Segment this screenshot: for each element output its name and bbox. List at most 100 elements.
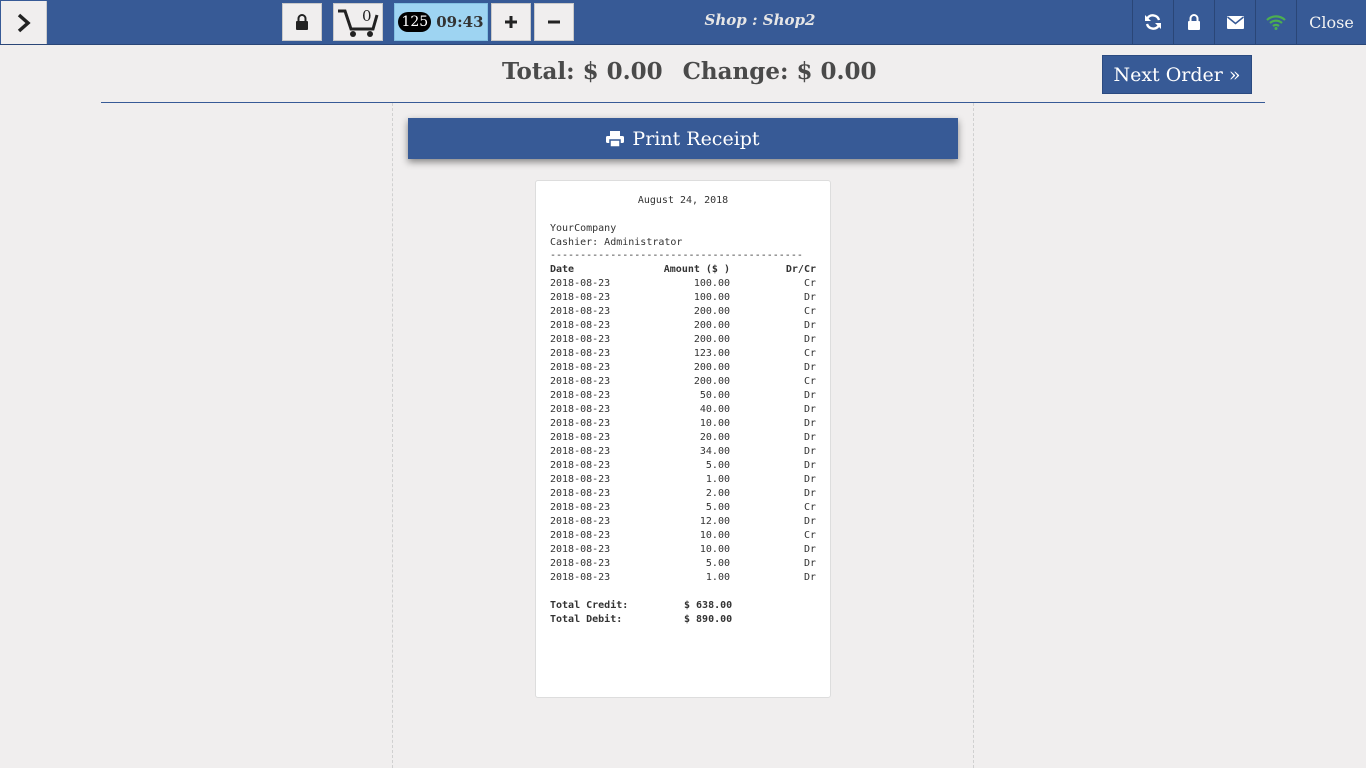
change-amount: Change: $ 0.00 [682,58,877,85]
row-date: 2018-08-23 [550,320,611,331]
total-credit-label: Total Credit: [550,600,629,611]
shop-title: Shop : Shop2 [704,11,816,29]
row-date: 2018-08-23 [550,404,611,415]
row-type: Dr [803,544,816,555]
receipt-row: 2018-08-23 123.00 Cr [550,347,816,361]
total-credit-row: Total Credit: $ 638.00 [550,599,816,613]
row-type: Dr [803,572,816,583]
receipt-separator: ----------------------------------------… [550,250,803,261]
row-date: 2018-08-23 [550,460,611,471]
receipt-row: 2018-08-23 40.00 Dr [550,403,816,417]
session-time: 09:43 [436,13,484,31]
session-time-button[interactable]: 125 09:43 [394,3,488,41]
receipt-totals: Total Credit: $ 638.00 Total Debit: $ 89… [550,599,816,627]
receipt-row: 2018-08-23 200.00 Cr [550,305,816,319]
menu-toggle-button[interactable] [1,1,47,44]
row-amount: 100.00 [693,292,730,303]
receipt-row: 2018-08-23 200.00 Dr [550,361,816,375]
receipt-row: 2018-08-23 2.00 Dr [550,487,816,501]
row-type: Dr [803,516,816,527]
receipt-row: 2018-08-23 5.00 Cr [550,501,816,515]
receipt: August 24, 2018 YourCompany Cashier: Adm… [535,180,831,698]
receipt-row: 2018-08-23 10.00 Dr [550,417,816,431]
row-type: Dr [803,474,816,485]
remove-button[interactable] [534,3,574,41]
total-amount: Total: $ 0.00 [502,58,663,85]
receipt-header: Date Amount ($ ) Dr/Cr [550,263,816,277]
minus-icon [548,20,560,24]
row-type: Dr [803,292,816,303]
row-amount: 200.00 [693,334,730,345]
row-amount: 12.00 [699,516,730,527]
header-amount: Amount ($ ) [663,264,730,275]
row-type: Dr [803,320,816,331]
row-date: 2018-08-23 [550,572,611,583]
receipt-row: 2018-08-23 12.00 Dr [550,515,816,529]
row-amount: 5.00 [705,460,730,471]
row-date: 2018-08-23 [550,488,611,499]
divider [101,102,1265,103]
lock-icon [296,13,308,30]
row-amount: 10.00 [699,544,730,555]
row-date: 2018-08-23 [550,306,611,317]
row-amount: 1.00 [705,474,730,485]
row-date: 2018-08-23 [550,446,611,457]
lock-screen-button[interactable] [1173,0,1214,44]
row-amount: 10.00 [699,530,730,541]
row-date: 2018-08-23 [550,558,611,569]
row-date: 2018-08-23 [550,432,611,443]
row-type: Dr [803,446,816,457]
receipt-row: 2018-08-23 200.00 Cr [550,375,816,389]
row-date: 2018-08-23 [550,544,611,555]
receipt-cashier: Cashier: Administrator [550,237,683,248]
row-amount: 20.00 [699,432,730,443]
row-type: Dr [803,390,816,401]
cart-button[interactable]: 0 [333,3,383,41]
row-type: Cr [803,530,816,541]
row-date: 2018-08-23 [550,516,611,527]
row-date: 2018-08-23 [550,390,611,401]
lock-icon [1188,13,1200,30]
left-divider [392,103,393,768]
receipt-date: August 24, 2018 [637,195,729,206]
row-amount: 123.00 [693,348,730,359]
row-date: 2018-08-23 [550,418,611,429]
row-amount: 100.00 [693,278,730,289]
receipt-row: 2018-08-23 34.00 Dr [550,445,816,459]
receipt-row: 2018-08-23 100.00 Dr [550,291,816,305]
row-amount: 200.00 [693,320,730,331]
receipt-row: 2018-08-23 5.00 Dr [550,459,816,473]
row-type: Cr [803,306,816,317]
row-date: 2018-08-23 [550,348,611,359]
receipt-row: 2018-08-23 5.00 Dr [550,557,816,571]
row-type: Dr [803,558,816,569]
header-drcr: Dr/Cr [785,264,816,275]
row-type: Cr [803,348,816,359]
mail-icon [1226,15,1244,29]
chevron-right-icon [17,13,31,32]
lock-button[interactable] [282,3,322,41]
row-type: Dr [803,432,816,443]
row-date: 2018-08-23 [550,530,611,541]
order-totals: Total: $ 0.00 Change: $ 0.00 [502,58,877,85]
right-divider [973,103,974,768]
row-amount: 2.00 [705,488,730,499]
print-receipt-button[interactable]: Print Receipt [408,118,958,159]
cart-icon [338,9,379,37]
total-debit-row: Total Debit: $ 890.00 [550,613,816,627]
next-order-button[interactable]: Next Order » [1102,55,1252,94]
message-button[interactable] [1214,0,1255,44]
connection-status[interactable] [1255,0,1296,44]
receipt-row: 2018-08-23 1.00 Dr [550,571,816,585]
add-button[interactable] [491,3,531,41]
row-type: Dr [803,460,816,471]
row-amount: 34.00 [699,446,730,457]
refresh-button[interactable] [1132,0,1173,44]
session-badge: 125 [398,12,432,32]
close-button[interactable]: Close [1296,0,1366,44]
topbar-actions: Close [1132,0,1366,44]
refresh-icon [1145,14,1161,30]
receipt-row: 2018-08-23 10.00 Dr [550,543,816,557]
row-date: 2018-08-23 [550,278,611,289]
receipt-company: YourCompany [550,223,617,234]
